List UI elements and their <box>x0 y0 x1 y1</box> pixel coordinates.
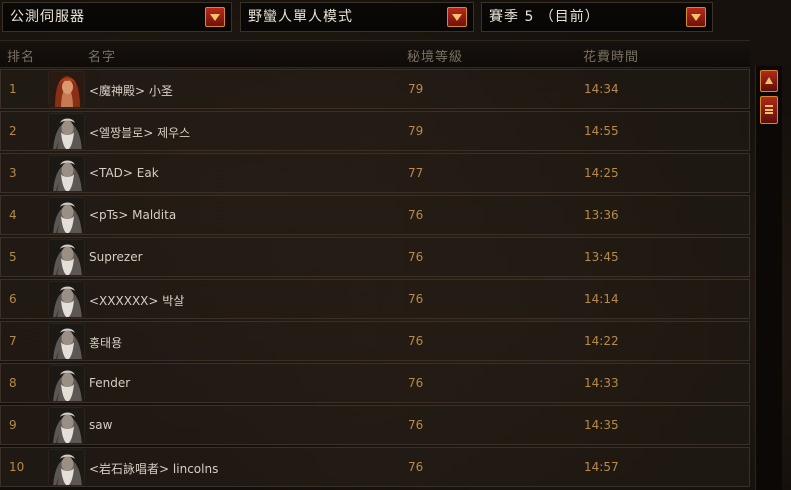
row-player-name[interactable]: Fender <box>89 376 130 390</box>
table-row[interactable]: 2 <엘짱블로> 제우스 79 14:55 <box>0 111 750 151</box>
row-rift-level: 76 <box>408 250 424 264</box>
scrollbar[interactable] <box>755 66 782 490</box>
row-rank: 1 <box>9 82 17 96</box>
row-rift-level: 76 <box>408 376 424 390</box>
scroll-up-icon[interactable] <box>760 70 778 92</box>
male-barbarian-icon <box>48 281 85 318</box>
table-row[interactable]: 6 <XXXXXX> 박살 76 14:14 <box>0 279 750 319</box>
header-level: 秘境等級 <box>407 50 464 65</box>
row-rift-level: 76 <box>408 334 424 348</box>
chevron-down-icon[interactable] <box>447 7 467 27</box>
row-time-spent: 13:45 <box>584 250 619 264</box>
scroll-thumb[interactable] <box>760 96 778 124</box>
table-row[interactable]: 9 saw 76 14:35 <box>0 405 750 445</box>
row-player-name[interactable]: 홍태용 <box>89 334 122 351</box>
table-row[interactable]: 7 홍태용 76 14:22 <box>0 321 750 361</box>
season-dropdown-value: 賽季 5 （目前） <box>489 9 600 25</box>
table-row[interactable]: 1 <魔神殿> 小圣 79 14:34 <box>0 69 750 109</box>
row-time-spent: 14:34 <box>584 82 619 96</box>
server-dropdown-value: 公測伺服器 <box>10 9 85 25</box>
row-time-spent: 14:33 <box>584 376 619 390</box>
row-rank: 10 <box>9 460 25 474</box>
row-time-spent: 14:22 <box>584 334 619 348</box>
male-barbarian-icon <box>48 197 85 234</box>
server-dropdown[interactable]: 公測伺服器 <box>2 2 232 32</box>
male-barbarian-icon <box>48 155 85 192</box>
row-time-spent: 14:55 <box>584 124 619 138</box>
row-rank: 5 <box>9 250 17 264</box>
row-rift-level: 79 <box>408 82 424 96</box>
male-barbarian-icon <box>48 407 85 444</box>
row-time-spent: 14:35 <box>584 418 619 432</box>
header-name: 名字 <box>88 50 117 65</box>
row-player-name[interactable]: <엘짱블로> 제우스 <box>89 124 190 141</box>
female-barbarian-icon <box>48 71 85 108</box>
table-row[interactable]: 10 <岩石詠唱者> lincolns 76 14:57 <box>0 447 750 487</box>
row-rank: 7 <box>9 334 17 348</box>
row-rift-level: 76 <box>408 292 424 306</box>
table-row[interactable]: 4 <pTs> Maldita 76 13:36 <box>0 195 750 235</box>
season-dropdown[interactable]: 賽季 5 （目前） <box>481 2 713 32</box>
row-player-name[interactable]: <岩石詠唱者> lincolns <box>89 460 218 477</box>
row-rank: 4 <box>9 208 17 222</box>
header-rank: 排名 <box>7 50 36 65</box>
male-barbarian-icon <box>48 323 85 360</box>
male-barbarian-icon <box>48 449 85 486</box>
row-rank: 6 <box>9 292 17 306</box>
row-player-name[interactable]: <魔神殿> 小圣 <box>89 82 173 99</box>
chevron-down-icon[interactable] <box>686 7 706 27</box>
row-player-name[interactable]: Suprezer <box>89 250 143 264</box>
row-time-spent: 13:36 <box>584 208 619 222</box>
leaderboard-header: 排名 名字 秘境等級 花費時間 <box>0 40 750 68</box>
row-time-spent: 14:14 <box>584 292 619 306</box>
row-rank: 9 <box>9 418 17 432</box>
row-rift-level: 77 <box>408 166 424 180</box>
table-row[interactable]: 8 Fender 76 14:33 <box>0 363 750 403</box>
mode-dropdown-value: 野蠻人單人模式 <box>248 9 353 25</box>
row-time-spent: 14:57 <box>584 460 619 474</box>
male-barbarian-icon <box>48 365 85 402</box>
male-barbarian-icon <box>48 239 85 276</box>
male-barbarian-icon <box>48 113 85 150</box>
header-time: 花費時間 <box>583 50 640 65</box>
row-time-spent: 14:25 <box>584 166 619 180</box>
row-player-name[interactable]: <XXXXXX> 박살 <box>89 292 184 309</box>
row-rift-level: 76 <box>408 208 424 222</box>
row-rift-level: 76 <box>408 460 424 474</box>
row-rank: 8 <box>9 376 17 390</box>
row-rift-level: 79 <box>408 124 424 138</box>
chevron-down-icon[interactable] <box>205 7 225 27</box>
table-row[interactable]: 3 <TAD> Eak 77 14:25 <box>0 153 750 193</box>
row-rank: 2 <box>9 124 17 138</box>
row-rift-level: 76 <box>408 418 424 432</box>
row-player-name[interactable]: saw <box>89 418 112 432</box>
row-player-name[interactable]: <TAD> Eak <box>89 166 159 180</box>
mode-dropdown[interactable]: 野蠻人單人模式 <box>240 2 474 32</box>
table-row[interactable]: 5 Suprezer 76 13:45 <box>0 237 750 277</box>
row-rank: 3 <box>9 166 17 180</box>
row-player-name[interactable]: <pTs> Maldita <box>89 208 176 222</box>
